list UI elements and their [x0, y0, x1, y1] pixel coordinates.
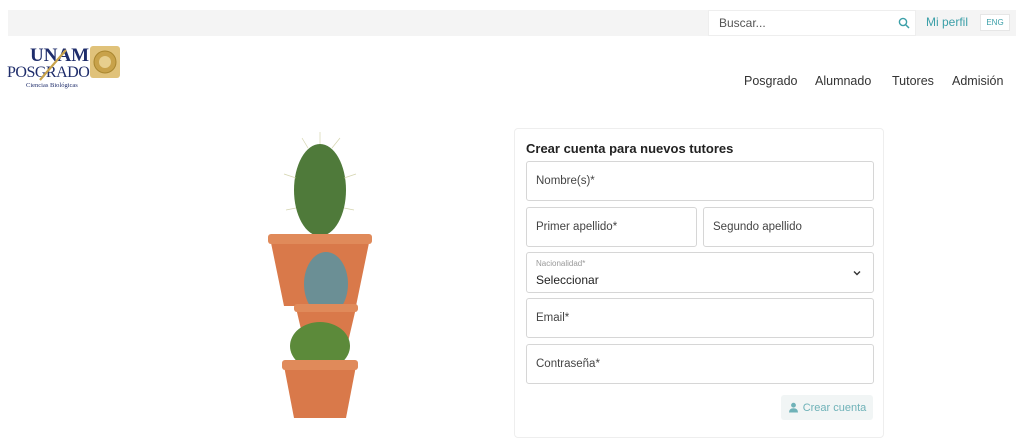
hero-cactus-image — [220, 128, 430, 426]
segundo-apellido-input[interactable] — [713, 208, 864, 246]
nacionalidad-select[interactable]: Nacionalidad* Seleccionar — [526, 252, 874, 293]
segundo-apellido-field — [703, 207, 874, 247]
nombre-input[interactable] — [536, 162, 864, 200]
logo-subtitle-text: Ciencias Biológicas — [26, 82, 78, 89]
search-box — [708, 10, 916, 36]
logo-posgrado-text: POSGRADO — [7, 64, 89, 81]
search-icon[interactable] — [893, 12, 915, 34]
create-account-label: Crear cuenta — [802, 401, 867, 414]
primer-apellido-field — [526, 207, 697, 247]
nav-item-tutores[interactable]: Tutores — [892, 74, 934, 88]
nacionalidad-label: Nacionalidad* — [536, 259, 586, 268]
profile-link[interactable]: Mi perfil — [926, 15, 968, 29]
email-input[interactable] — [536, 299, 864, 337]
create-account-card: Crear cuenta para nuevos tutores Naciona… — [514, 128, 884, 438]
password-input[interactable] — [536, 345, 864, 383]
nacionalidad-value: Seleccionar — [536, 273, 599, 287]
nav-item-admision[interactable]: Admisión — [952, 74, 1003, 88]
search-input[interactable] — [709, 12, 893, 34]
form-title: Crear cuenta para nuevos tutores — [526, 141, 734, 156]
nav-item-alumnado[interactable]: Alumnado — [815, 74, 871, 88]
language-toggle[interactable]: ENG — [980, 14, 1010, 31]
site-logo[interactable]: UNAM POSGRADO Ciencias Biológicas — [6, 44, 122, 90]
email-field — [526, 298, 874, 338]
user-icon — [788, 402, 798, 413]
create-account-button[interactable]: Crear cuenta — [781, 395, 873, 420]
chevron-down-icon — [853, 271, 861, 276]
logo-unam-text: UNAM — [30, 45, 89, 66]
nav-item-posgrado[interactable]: Posgrado — [744, 74, 798, 88]
password-field — [526, 344, 874, 384]
top-utility-bar: Mi perfil ENG — [8, 10, 1016, 36]
primer-apellido-input[interactable] — [536, 208, 687, 246]
nombre-field — [526, 161, 874, 201]
logo-seal — [90, 46, 120, 78]
